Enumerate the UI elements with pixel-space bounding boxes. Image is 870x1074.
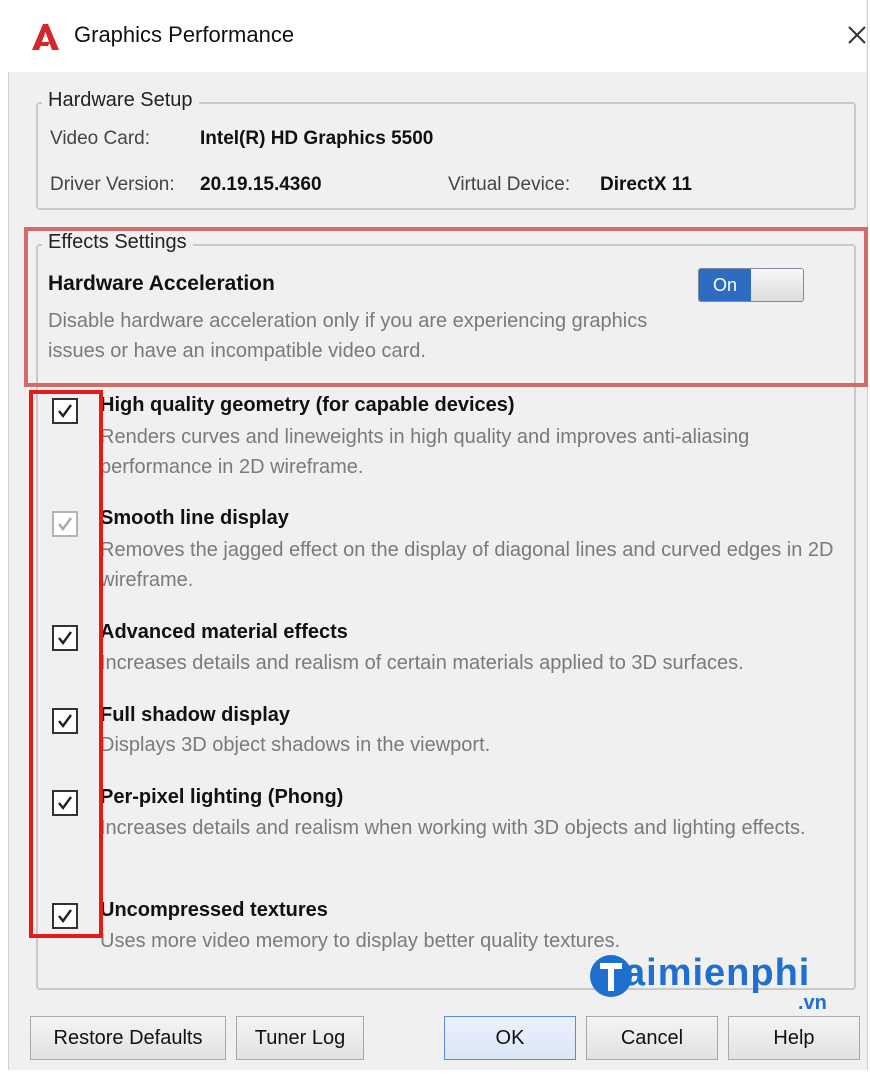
option-title: Smooth line display bbox=[100, 507, 289, 529]
advanced-material-effects-checkbox[interactable] bbox=[52, 625, 78, 651]
option-description: Increases details and realism of certain… bbox=[100, 652, 744, 674]
uncompressed-textures-checkbox[interactable] bbox=[52, 903, 78, 929]
option-title: Advanced material effects bbox=[100, 621, 348, 643]
hardware-acceleration-title: Hardware Acceleration bbox=[48, 272, 275, 295]
help-button[interactable]: Help bbox=[728, 1016, 860, 1060]
full-shadow-display-checkbox[interactable] bbox=[52, 708, 78, 734]
watermark-suffix: .vn bbox=[798, 992, 827, 1014]
virtual-device-label: Virtual Device: bbox=[448, 174, 571, 195]
watermark-text: aimienphi bbox=[624, 952, 811, 994]
video-card-label: Video Card: bbox=[50, 128, 150, 149]
effects-settings-title: Effects Settings bbox=[42, 231, 193, 254]
close-icon[interactable] bbox=[840, 18, 870, 52]
video-card-value: Intel(R) HD Graphics 5500 bbox=[200, 128, 434, 149]
per-pixel-lighting-checkbox[interactable] bbox=[52, 790, 78, 816]
option-title: High quality geometry (for capable devic… bbox=[100, 394, 515, 416]
high-quality-geometry-checkbox[interactable] bbox=[52, 398, 78, 424]
driver-version-label: Driver Version: bbox=[50, 174, 175, 195]
tuner-log-button[interactable]: Tuner Log bbox=[236, 1016, 364, 1060]
option-description: Increases details and realism when worki… bbox=[100, 817, 806, 839]
hardware-acceleration-description: Disable hardware acceleration only if yo… bbox=[48, 310, 648, 362]
checkmark-icon bbox=[58, 909, 72, 923]
checkmark-icon bbox=[58, 796, 72, 810]
option-description: Removes the jagged effect on the display… bbox=[100, 539, 834, 591]
option-title: Per-pixel lighting (Phong) bbox=[100, 786, 344, 808]
option-description: Renders curves and lineweights in high q… bbox=[100, 426, 750, 478]
option-title: Uncompressed textures bbox=[100, 899, 328, 921]
window-title: Graphics Performance bbox=[74, 22, 295, 47]
virtual-device-value: DirectX 11 bbox=[600, 174, 692, 195]
toggle-knob bbox=[751, 269, 803, 301]
checkmark-icon bbox=[58, 714, 72, 728]
cancel-button[interactable]: Cancel bbox=[586, 1016, 718, 1060]
taimienphi-watermark: aimienphi .vn bbox=[588, 944, 848, 1016]
ok-button[interactable]: OK bbox=[444, 1016, 576, 1060]
checkmark-icon bbox=[58, 631, 72, 645]
option-description: Displays 3D object shadows in the viewpo… bbox=[100, 734, 491, 756]
driver-version-value: 20.19.15.4360 bbox=[200, 174, 322, 195]
checkmark-icon bbox=[58, 404, 72, 418]
hardware-acceleration-toggle[interactable]: On bbox=[698, 268, 804, 302]
restore-defaults-button[interactable]: Restore Defaults bbox=[30, 1016, 226, 1060]
toggle-on-label: On bbox=[699, 269, 751, 301]
checkmark-icon bbox=[58, 517, 72, 531]
option-title: Full shadow display bbox=[100, 704, 291, 726]
smooth-line-display-checkbox[interactable] bbox=[52, 511, 78, 537]
autocad-a-icon bbox=[32, 24, 59, 50]
title-bar: Graphics Performance bbox=[8, 0, 866, 72]
hardware-setup-title: Hardware Setup bbox=[42, 89, 199, 112]
